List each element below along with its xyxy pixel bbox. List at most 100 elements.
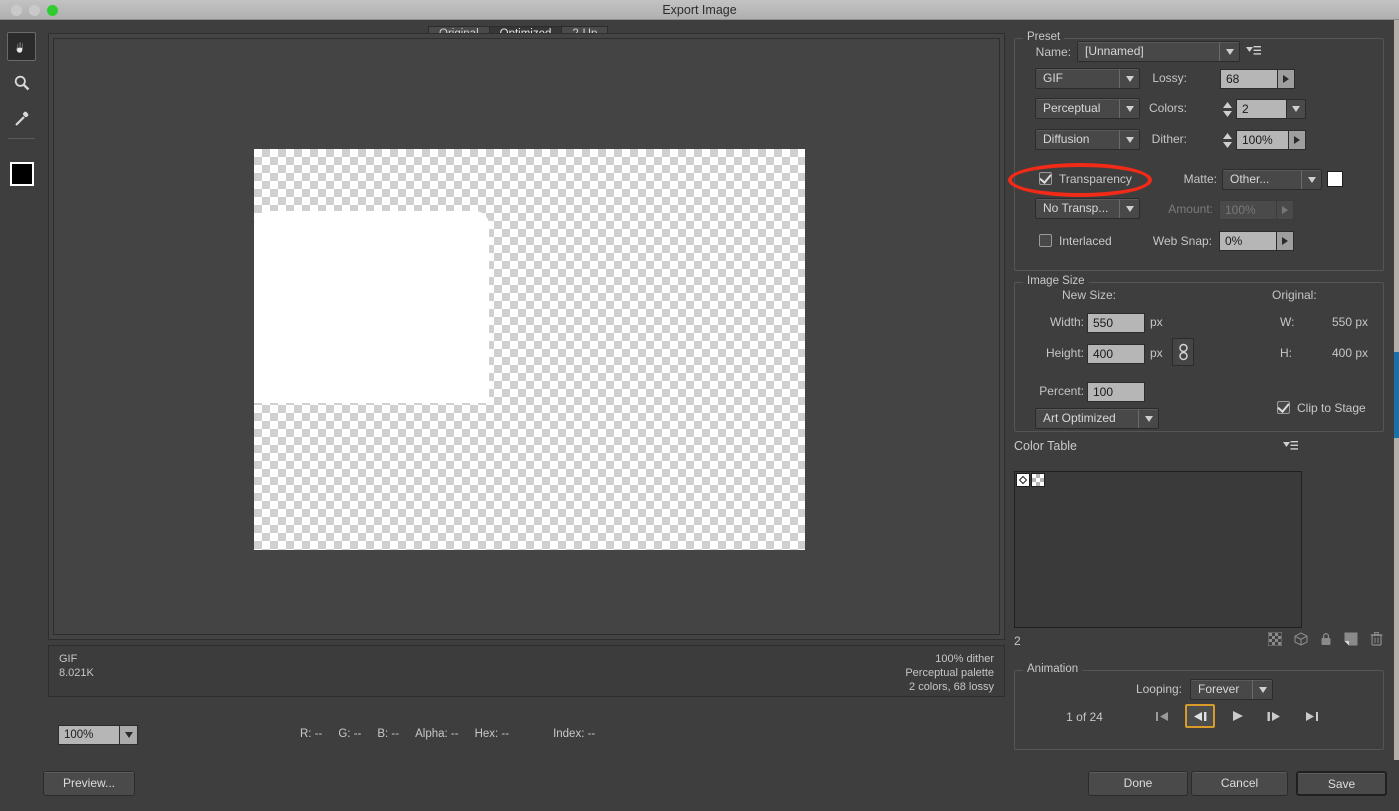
preset-name-label: Name: xyxy=(1014,45,1071,59)
matte-select[interactable]: Other... xyxy=(1222,169,1322,190)
next-frame-button[interactable] xyxy=(1261,706,1287,726)
chevron-down-icon xyxy=(1138,409,1158,428)
looping-label: Looping: xyxy=(1112,682,1182,696)
web-shift-icon[interactable] xyxy=(1294,632,1308,646)
matte-label: Matte: xyxy=(1182,172,1217,186)
save-button[interactable]: Save xyxy=(1296,771,1387,796)
window-title-bar: Export Image xyxy=(0,0,1399,20)
foreground-color-swatch[interactable] xyxy=(10,162,34,186)
previous-frame-button[interactable] xyxy=(1185,704,1215,728)
preview-button[interactable]: Preview... xyxy=(43,771,135,796)
zoom-level-select[interactable]: 100% xyxy=(58,725,138,745)
color-table-toolbar xyxy=(1268,632,1383,646)
file-format-select[interactable]: GIF xyxy=(1035,68,1140,89)
height-input[interactable]: 400 xyxy=(1087,344,1145,364)
interlaced-checkbox[interactable] xyxy=(1039,234,1052,247)
eyedropper-icon xyxy=(12,109,32,129)
eyedropper-tool[interactable] xyxy=(7,104,36,133)
dither-stepper[interactable] xyxy=(1220,130,1234,150)
clip-to-stage-checkbox[interactable] xyxy=(1277,401,1290,414)
color-count: 2 xyxy=(1014,634,1021,648)
hand-icon xyxy=(12,37,32,57)
preview-canvas[interactable] xyxy=(53,38,1000,635)
readout-r: R: -- xyxy=(300,728,322,740)
lock-icon[interactable] xyxy=(1320,632,1332,646)
web-snap-label: Web Snap: xyxy=(1142,234,1212,248)
amount-value: 100% xyxy=(1225,203,1256,217)
anti-alias-value: Art Optimized xyxy=(1043,411,1116,425)
image-size-group-label: Image Size xyxy=(1023,275,1089,287)
tool-divider xyxy=(8,138,35,139)
original-height-value: 400 px xyxy=(1302,346,1368,360)
animation-group-label: Animation xyxy=(1023,663,1082,675)
zoom-tool[interactable] xyxy=(7,68,36,97)
file-format-value: GIF xyxy=(1043,71,1063,85)
colors-stepper[interactable] xyxy=(1220,99,1234,119)
slider-arrow-icon[interactable] xyxy=(1277,70,1294,88)
palette-select[interactable]: Perceptual xyxy=(1035,98,1140,119)
settings-panel: Preset Name: [Unnamed] GIF Lossy: 68 Per… xyxy=(1007,20,1391,760)
status-filesize: 8.021K xyxy=(59,666,94,680)
constrain-proportions-button[interactable] xyxy=(1172,338,1194,366)
readout-hex: Hex: -- xyxy=(475,728,510,740)
color-table-swatch-grid[interactable] xyxy=(1014,471,1302,628)
dither-method-value: Diffusion xyxy=(1043,132,1089,146)
status-colors: 2 colors, 68 lossy xyxy=(905,680,994,694)
readout-b: B: -- xyxy=(377,728,399,740)
preset-flyout-menu-button[interactable] xyxy=(1246,45,1261,57)
new-color-icon[interactable] xyxy=(1344,632,1358,646)
colors-label: Colors: xyxy=(1127,101,1187,115)
lossy-value: 68 xyxy=(1226,72,1239,86)
done-button[interactable]: Done xyxy=(1088,771,1188,796)
dither-input[interactable]: 100% xyxy=(1236,130,1306,150)
slider-arrow-icon[interactable] xyxy=(1288,131,1305,149)
slider-arrow-icon[interactable] xyxy=(1276,232,1293,250)
amount-label: Amount: xyxy=(1147,202,1213,216)
chevron-down-icon xyxy=(1119,199,1139,218)
colors-input[interactable]: 2 xyxy=(1236,99,1306,119)
status-left: GIF 8.021K xyxy=(59,652,94,680)
last-frame-button[interactable] xyxy=(1299,706,1325,726)
transparency-dither-value: No Transp... xyxy=(1043,201,1108,215)
step-forward-icon xyxy=(1266,711,1282,722)
magnifier-icon xyxy=(12,73,32,93)
optimization-status-panel: GIF 8.021K 100% dither Perceptual palett… xyxy=(48,645,1005,697)
cancel-button[interactable]: Cancel xyxy=(1191,771,1288,796)
lossy-input[interactable]: 68 xyxy=(1220,69,1295,89)
new-size-label: New Size: xyxy=(1062,288,1162,302)
transparent-swatch[interactable] xyxy=(1031,473,1045,487)
dither-method-select[interactable]: Diffusion xyxy=(1035,129,1140,150)
percent-value: 100 xyxy=(1093,385,1113,399)
trash-icon[interactable] xyxy=(1370,632,1383,646)
anti-alias-select[interactable]: Art Optimized xyxy=(1035,408,1159,429)
chevron-down-icon xyxy=(1223,111,1232,117)
dither-label: Dither: xyxy=(1127,132,1187,146)
width-input[interactable]: 550 xyxy=(1087,313,1145,333)
white-swatch[interactable] xyxy=(1016,473,1030,487)
frame-counter: 1 of 24 xyxy=(1047,710,1122,724)
panel-menu-icon xyxy=(1246,45,1261,57)
status-palette: Perceptual palette xyxy=(905,666,994,680)
hand-tool[interactable] xyxy=(7,32,36,61)
chevron-down-icon[interactable] xyxy=(1286,100,1305,118)
width-label: Width: xyxy=(1022,315,1084,329)
transparency-icon[interactable] xyxy=(1268,632,1282,646)
preset-name-value: [Unnamed] xyxy=(1085,44,1144,58)
original-height-label: H: xyxy=(1280,346,1298,360)
preset-name-select[interactable]: [Unnamed] xyxy=(1077,41,1240,62)
background-window-edge-top xyxy=(1394,20,1399,352)
chevron-down-icon xyxy=(119,726,137,744)
chevron-down-icon xyxy=(1219,42,1239,61)
transparency-checkbox[interactable] xyxy=(1039,172,1052,185)
transparency-diamond-icon xyxy=(1017,474,1029,486)
looping-select[interactable]: Forever xyxy=(1190,679,1273,700)
matte-color-swatch[interactable] xyxy=(1327,171,1343,187)
slider-arrow-icon xyxy=(1276,201,1293,219)
zoom-level-value: 100% xyxy=(64,729,93,741)
tool-strip xyxy=(0,20,42,811)
first-frame-button[interactable] xyxy=(1149,706,1175,726)
web-snap-input[interactable]: 0% xyxy=(1219,231,1294,251)
transparency-dither-select[interactable]: No Transp... xyxy=(1035,198,1140,219)
play-button[interactable] xyxy=(1225,706,1251,726)
percent-input[interactable]: 100 xyxy=(1087,382,1145,402)
